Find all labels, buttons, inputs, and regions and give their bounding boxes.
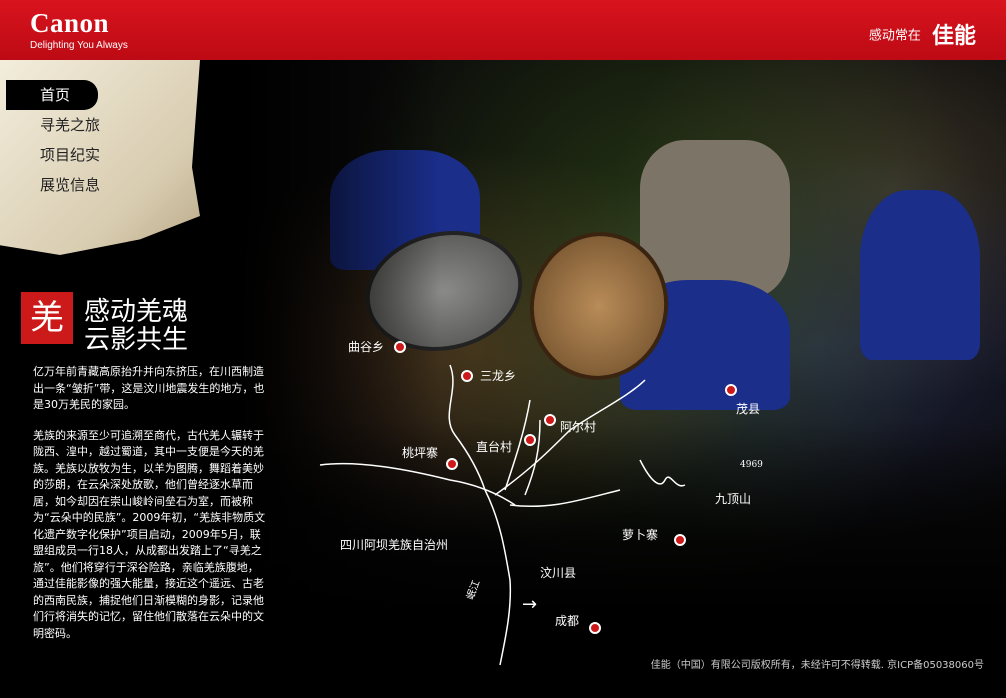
map-pin[interactable] [544, 414, 556, 426]
place-aer: 阿尔村 [560, 420, 597, 434]
map-pin[interactable] [446, 458, 458, 470]
brand-name: Canon [30, 8, 110, 38]
river-line [319, 462, 516, 506]
place-jiuding: 九顶山 [715, 492, 752, 506]
river-line [524, 419, 541, 496]
map-pin[interactable] [461, 370, 473, 382]
nav-item-journey[interactable]: 寻羌之旅 [0, 110, 200, 140]
feature-title-line2: 云影共生 [84, 325, 189, 355]
footer-copyright: 佳能（中国）有限公司版权所有，未经许可不得转载. 京ICP备05038060号 [650, 660, 984, 671]
nav-item-project[interactable]: 项目纪实 [0, 140, 200, 170]
direction-arrow-icon: → [522, 594, 538, 615]
place-chengdu: 成都 [555, 614, 580, 628]
map-pin[interactable] [394, 341, 406, 353]
header-bar: Canon Delighting You Always 感动常在 佳能 [0, 0, 1006, 60]
place-taoping: 桃坪寨 [402, 446, 439, 460]
place-luobu: 萝卜寨 [622, 528, 659, 542]
intro-text: 亿万年前青藏高原抬升并向东挤压，在川西制造出一条“皱折”带，这是汶川地震发生的地… [33, 364, 266, 656]
nav-item-home[interactable]: 首页 [6, 80, 98, 110]
place-jiuding-height: 4969 [740, 460, 763, 470]
canon-logo[interactable]: Canon Delighting You Always [30, 8, 128, 51]
qiang-seal-icon: 羌 [21, 292, 73, 344]
dancer-figure [860, 190, 980, 360]
main-nav: 首页 寻羌之旅 项目纪实 展览信息 [0, 80, 200, 200]
intro-paragraph: 亿万年前青藏高原抬升并向东挤压，在川西制造出一条“皱折”带，这是汶川地震发生的地… [33, 365, 265, 411]
map-pin[interactable] [725, 384, 737, 396]
brand-tagline: Delighting You Always [30, 40, 128, 51]
slogan-small: 感动常在 [868, 28, 921, 44]
place-zhitai: 直台村 [476, 440, 513, 454]
place-maoxian: 茂县 [736, 402, 761, 416]
river-line [484, 489, 512, 666]
map-pin[interactable] [524, 434, 536, 446]
nav-item-exhibition[interactable]: 展览信息 [0, 170, 200, 200]
map-pin[interactable] [589, 622, 601, 634]
map-pin[interactable] [674, 534, 686, 546]
mountain-line [639, 459, 686, 487]
place-sanlong: 三龙乡 [480, 369, 517, 383]
river-line [494, 379, 646, 496]
place-wenchuan: 汶川县 [540, 566, 577, 580]
slogan: 感动常在 佳能 [869, 18, 976, 50]
route-map: 曲谷乡 三龙乡 阿尔村 直台村 茂县 桃坪寨 4969 九顶山 萝卜寨 四川阿坝… [300, 320, 763, 680]
slogan-big: 佳能 [931, 23, 976, 49]
place-qugu: 曲谷乡 [348, 340, 385, 354]
region-label: 四川阿坝羌族自治州 [340, 538, 449, 552]
intro-paragraph: 羌族的来源至少可追溯至商代，古代羌人辗转于陇西、湟中，越过蜀道，其中一支便是今天… [33, 428, 266, 640]
